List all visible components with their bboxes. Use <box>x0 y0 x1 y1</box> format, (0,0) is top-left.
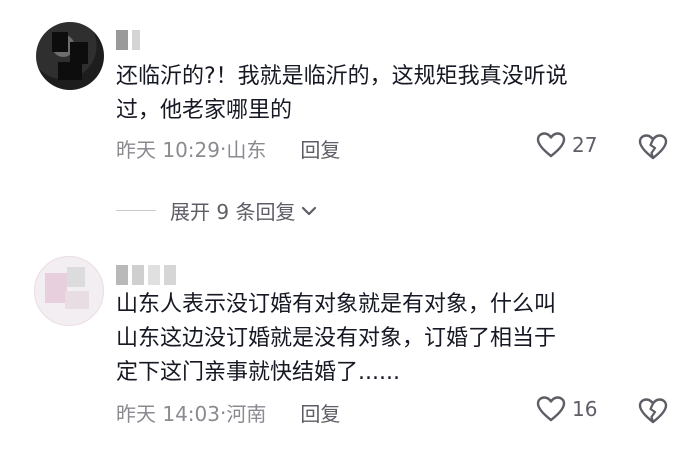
chevron-down-icon <box>302 206 317 215</box>
expand-replies-button[interactable]: 展开 9 条回复 <box>116 196 317 225</box>
avatar[interactable] <box>34 256 104 326</box>
comment-location: 山东 <box>226 138 267 162</box>
comment-location: 河南 <box>226 402 267 426</box>
heart-outline-icon <box>536 396 566 422</box>
comment-meta: 昨天 10:29 · 山东 回复 <box>116 134 340 163</box>
like-count: 27 <box>572 133 598 157</box>
like-count: 16 <box>572 397 598 421</box>
comment-time: 昨天 14:03 <box>116 402 220 426</box>
username-redacted[interactable] <box>116 30 140 50</box>
like-button[interactable]: 16 <box>536 395 597 423</box>
username-redacted[interactable] <box>116 265 176 285</box>
reply-button[interactable]: 回复 <box>300 398 340 427</box>
expand-replies-label: 展开 9 条回复 <box>170 200 296 224</box>
comment-text: 还临沂的?！我就是临沂的，这规矩我真没听说 过，他老家哪里的 <box>116 60 568 128</box>
comment-text-line: 定下这门亲事就快结婚了...... <box>116 360 400 385</box>
comment-text: 山东人表示没订婚有对象就是有对象，什么叫 山东这边没订婚就是没有对象，订婚了相当… <box>116 288 556 390</box>
avatar[interactable] <box>36 22 104 90</box>
broken-heart-icon[interactable] <box>638 133 668 161</box>
comment-item: 山东人表示没订婚有对象就是有对象，什么叫 山东这边没订婚就是没有对象，订婚了相当… <box>0 240 698 458</box>
comment-meta: 昨天 14:03 · 河南 回复 <box>116 398 340 427</box>
comment-text-line: 山东人表示没订婚有对象就是有对象，什么叫 <box>116 292 557 317</box>
comment-text-line: 过，他老家哪里的 <box>116 98 293 123</box>
reply-button[interactable]: 回复 <box>300 134 340 163</box>
heart-outline-icon <box>536 132 566 158</box>
comment-text-line: 还临沂的?！我就是临沂的，这规矩我真没听说 <box>116 64 568 89</box>
comment-item: 还临沂的?！我就是临沂的，这规矩我真没听说 过，他老家哪里的 昨天 10:29 ·… <box>0 0 698 170</box>
comment-time: 昨天 10:29 <box>116 138 220 162</box>
like-button[interactable]: 27 <box>536 131 597 159</box>
comment-text-line: 山东这边没订婚就是没有对象，订婚了相当于 <box>116 326 557 351</box>
expand-divider <box>116 210 156 211</box>
broken-heart-icon[interactable] <box>638 397 668 425</box>
